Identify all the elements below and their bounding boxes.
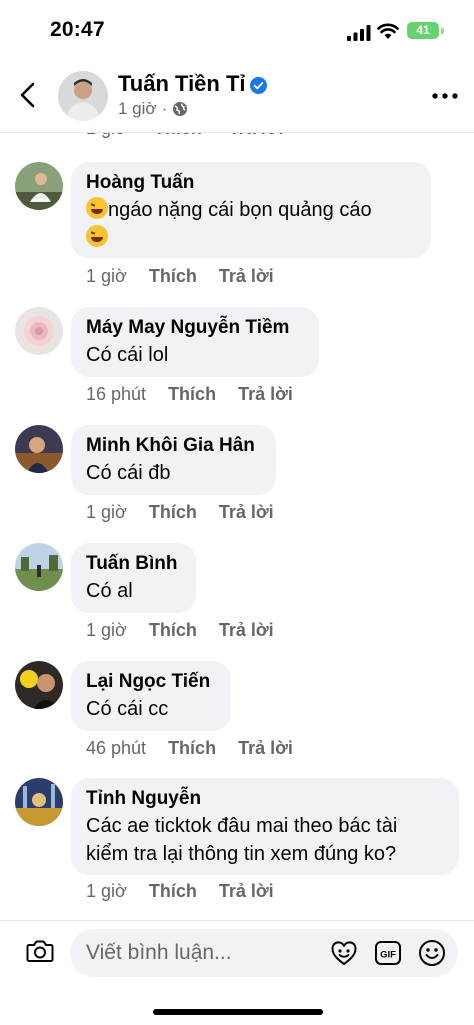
comment-author[interactable]: Hoàng Tuấn xyxy=(86,171,416,195)
comment-time: 1 giờ xyxy=(86,620,127,640)
post-author-name[interactable]: Tuấn Tiền Tỉ xyxy=(118,71,246,97)
reply-button[interactable]: Trả lời xyxy=(219,881,274,902)
wifi-icon xyxy=(377,23,399,39)
globe-icon xyxy=(173,102,188,116)
post-time: 1 giờ xyxy=(118,99,157,118)
more-dots-icon[interactable] xyxy=(432,93,458,99)
comment-actions: 16 phút Thích Trả lời xyxy=(86,384,293,405)
comment-bubble[interactable]: Tuấn Bình Có al xyxy=(71,543,196,613)
comment-actions: 1 giờ Thích Trả lời xyxy=(86,881,274,902)
like-button[interactable]: Thích xyxy=(168,384,216,405)
comment-actions: 1 giờ Thích Trả lời xyxy=(86,502,274,523)
post-header: Tuấn Tiền Tỉ 1 giờ · xyxy=(0,62,474,133)
rofl-emoji-icon xyxy=(86,197,108,219)
status-time: 20:47 xyxy=(50,18,105,41)
comment-actions: 1 giờ Thích Trả lời xyxy=(86,266,274,287)
comment-actions: 1 giờ Thích Trả lời xyxy=(86,620,274,641)
home-indicator xyxy=(153,1009,323,1015)
battery-level: 41 xyxy=(407,22,439,39)
camera-icon[interactable] xyxy=(26,939,54,963)
comment-text: Có al xyxy=(86,580,133,602)
status-bar: 20:47 41 xyxy=(0,0,474,60)
svg-text:GIF: GIF xyxy=(380,950,396,961)
comment-author[interactable]: Tỉnh Nguyễn xyxy=(86,787,444,811)
avatar[interactable] xyxy=(15,307,63,355)
reply-button[interactable]: Trả lời xyxy=(219,266,274,287)
avatar[interactable] xyxy=(15,425,63,473)
comment-bubble[interactable]: Lại Ngọc Tiến Có cái cc xyxy=(71,661,231,731)
signal-icon xyxy=(347,25,371,41)
comment-text: Có cái đb xyxy=(86,462,171,484)
reply-button[interactable]: Trả lời xyxy=(238,738,293,759)
comment-time: 1 giờ xyxy=(86,502,127,522)
reply-button[interactable]: Trả lời xyxy=(238,384,293,405)
comment-text: Có cái lol xyxy=(86,344,169,366)
comment-author[interactable]: Minh Khôi Gia Hân xyxy=(86,434,261,458)
like-button[interactable]: Thích xyxy=(149,502,197,523)
comment-text: Có cái cc xyxy=(86,698,169,720)
comment-text-content: ngáo nặng cái bọn quảng cáo xyxy=(108,199,372,221)
laughing-emoji-icon xyxy=(86,225,108,247)
chevron-left-icon[interactable] xyxy=(14,80,42,110)
comment-author[interactable]: Tuấn Bình xyxy=(86,552,181,576)
avatar[interactable] xyxy=(15,661,63,709)
like-button[interactable]: Thích xyxy=(149,881,197,902)
gif-icon[interactable]: GIF xyxy=(374,939,402,967)
comment-author[interactable]: Máy May Nguyễn Tiềm xyxy=(86,316,304,340)
comment-time: 1 giờ xyxy=(86,881,127,901)
comment-bubble[interactable]: Hoàng Tuấn ngáo nặng cái bọn quảng cáo xyxy=(71,162,431,258)
battery-tip xyxy=(441,28,444,34)
post-meta: 1 giờ · xyxy=(118,99,188,119)
comment-bubble[interactable]: Minh Khôi Gia Hân Có cái đb xyxy=(71,425,276,495)
comment-time: 1 giờ xyxy=(86,266,127,286)
comment-text: ngáo nặng cái bọn quảng cáo xyxy=(86,196,416,252)
comment-time: 46 phút xyxy=(86,738,147,758)
verified-badge-icon xyxy=(250,77,267,94)
like-button[interactable]: Thích xyxy=(149,266,197,287)
comment-time: 16 phút xyxy=(86,384,147,404)
like-button[interactable]: Thích xyxy=(149,620,197,641)
emoji-icon[interactable] xyxy=(418,939,446,967)
comment-bubble[interactable]: Máy May Nguyễn Tiềm Có cái lol xyxy=(71,307,319,377)
reply-button[interactable]: Trả lời xyxy=(219,620,274,641)
like-button[interactable]: Thích xyxy=(168,738,216,759)
comment-actions: 46 phút Thích Trả lời xyxy=(86,738,293,759)
reply-button[interactable]: Trả lời xyxy=(219,502,274,523)
comment-author[interactable]: Lại Ngọc Tiến xyxy=(86,670,216,694)
avatar[interactable] xyxy=(15,778,63,826)
comment-text: Các ae ticktok đâu mai theo bác tài kiểm… xyxy=(86,815,398,865)
comment-composer: GIF xyxy=(0,920,474,1025)
avatar[interactable] xyxy=(15,543,63,591)
meta-separator: · xyxy=(161,99,168,118)
author-avatar[interactable] xyxy=(58,71,108,121)
avatar[interactable] xyxy=(15,162,63,210)
comment-bubble[interactable]: Tỉnh Nguyễn Các ae ticktok đâu mai theo … xyxy=(71,778,459,875)
sticker-icon[interactable] xyxy=(330,939,358,967)
